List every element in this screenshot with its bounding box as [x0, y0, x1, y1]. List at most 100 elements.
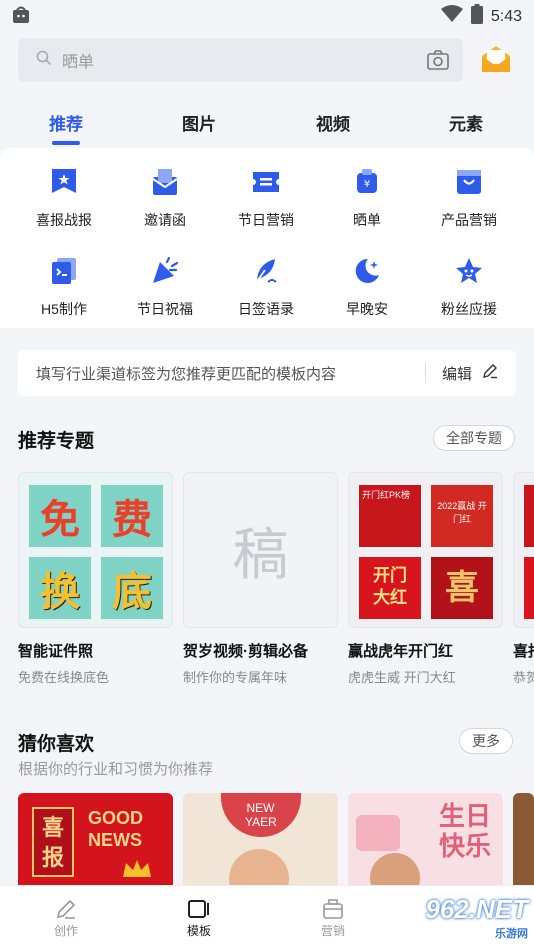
edit-label: 编辑 [441, 365, 472, 383]
topic-title: 贺岁视频·剪辑必备 [183, 643, 308, 660]
topic-title: 喜报 [513, 643, 534, 660]
moon-icon [349, 253, 385, 289]
feed-item[interactable]: 生日快乐 [348, 793, 503, 893]
swap-char-tile: 换 [29, 557, 91, 619]
android-notification-icon [12, 6, 30, 29]
tab-images[interactable]: 图片 [159, 110, 239, 135]
ticket-icon [248, 164, 284, 200]
feed-item[interactable] [513, 793, 534, 893]
industry-tag-bar[interactable]: 填写行业渠道标签为您推荐更匹配的模板内容 编辑 [18, 350, 516, 396]
poster-tile-text: 开门红PK榜 [362, 490, 411, 500]
feed-item[interactable]: NEW YAER [183, 793, 338, 893]
template-icon [159, 896, 239, 922]
svg-text:¥: ¥ [364, 179, 370, 190]
flag-icon [46, 164, 82, 200]
camera-icon[interactable] [427, 50, 449, 75]
briefcase-icon [293, 896, 373, 922]
tab-recommend[interactable]: 推荐 [26, 110, 106, 135]
grid-item-label: 粉丝应援 [441, 301, 497, 317]
grid-item-daily-quotes[interactable]: 日签语录 [216, 253, 316, 319]
receipt-icon: ¥ [349, 164, 385, 200]
topic-card[interactable]: 开门红PK榜 2022赢战 开门红 开门 大红 喜 赢战虎年开门红 虎虎生威 开… [348, 472, 503, 686]
search-row: 晒单 [18, 38, 518, 84]
poster-tile: 开门 大红 [359, 557, 421, 619]
search-placeholder: 晒单 [62, 54, 95, 71]
poster-tile-text: 喜 [445, 569, 479, 607]
topic-subtitle: 虎虎生威 开门大红 [348, 670, 456, 685]
topic-title: 赢战虎年开门红 [348, 643, 454, 660]
grid-item-label: 晒单 [353, 212, 381, 228]
watermark-logo: 962.NET 乐游网 [425, 894, 528, 941]
active-tab-indicator [52, 141, 80, 145]
grid-item-invitation[interactable]: 邀请函 [115, 164, 215, 230]
topic-card[interactable]: 免 费 换 底 智能证件照 免费在线换底色 [18, 472, 173, 686]
grid-item-show-order[interactable]: ¥ 晒单 [317, 164, 417, 230]
poster-tile-text: 开门 大红 [373, 566, 407, 607]
tab-elements[interactable]: 元素 [426, 110, 506, 135]
star-icon [451, 253, 487, 289]
basket-icon [451, 164, 487, 200]
grid-item-festival-marketing[interactable]: 节日营销 [216, 164, 316, 230]
feed-item-text: NEW YAER [245, 801, 277, 829]
swap-char-tile: 底 [101, 557, 163, 619]
nav-templates[interactable]: 模板 [159, 896, 239, 939]
pen-icon [26, 896, 106, 922]
divider [424, 363, 426, 383]
feed-item-text: 生日快乐 [438, 801, 491, 861]
more-button[interactable]: 更多 [459, 728, 513, 754]
topic-subtitle: 制作你的专属年味 [183, 670, 288, 685]
grid-item-label: 喜报战报 [36, 212, 92, 228]
grid-item-label: 日签语录 [238, 301, 294, 317]
topic-card[interactable]: 喜报 恭贺 [513, 472, 534, 686]
poster-tile: 开门红PK榜 [359, 485, 421, 547]
mail-envelope-icon[interactable] [480, 44, 512, 79]
bottom-navigation: 创作 模板 营销 962.NET 乐游网 [0, 885, 534, 949]
poster-tile [524, 485, 534, 547]
section-title-guess: 猜你喜欢 [18, 734, 95, 755]
category-tabs: 推荐 图片 视频 元素 [0, 100, 534, 146]
nav-label: 创作 [53, 924, 78, 938]
search-icon [36, 50, 52, 71]
pencil-icon [482, 363, 498, 383]
nav-label: 模板 [186, 924, 211, 938]
grid-item-holiday-greetings[interactable]: 节日祝福 [115, 253, 215, 319]
guess-subtitle: 根据你的行业和习惯为你推荐 [18, 761, 214, 778]
cake-image [356, 815, 400, 851]
status-time: 5:43 [490, 7, 522, 25]
topic-thumbnail: 免 费 换 底 [18, 472, 173, 628]
nav-marketing[interactable]: 营销 [293, 896, 373, 939]
topic-thumbnail: 稿 [183, 472, 338, 628]
grid-item-morning-night[interactable]: 早晚安 [317, 253, 417, 319]
grid-item-xibao[interactable]: 喜报战报 [14, 164, 114, 230]
wifi-icon [440, 5, 463, 28]
feed-item-text: 喜报 [32, 807, 74, 877]
battery-icon [470, 4, 483, 29]
poster-tile [524, 557, 534, 619]
grid-item-product-marketing[interactable]: 产品营销 [419, 164, 519, 230]
all-topics-button[interactable]: 全部专题 [433, 425, 515, 451]
watermark-subtext: 乐游网 [495, 928, 528, 940]
topic-thumbnail [513, 472, 534, 628]
search-input[interactable]: 晒单 [18, 38, 463, 82]
grid-item-label: H5制作 [41, 301, 87, 317]
grid-item-label: 节日祝福 [137, 301, 193, 317]
tab-videos[interactable]: 视频 [293, 110, 373, 135]
crown-icon [122, 859, 152, 879]
feed-item-text: GOOD NEWS [88, 808, 144, 850]
topic-subtitle: 恭贺 [513, 670, 534, 685]
free-char-tile: 费 [101, 485, 163, 547]
feed-item[interactable]: 喜报 GOOD NEWS [18, 793, 173, 893]
grid-item-fan-support[interactable]: 粉丝应援 [419, 253, 519, 319]
nav-create[interactable]: 创作 [26, 896, 106, 939]
tag-bar-text: 填写行业渠道标签为您推荐更匹配的模板内容 [36, 365, 337, 383]
edit-tags-button[interactable]: 编辑 [442, 363, 498, 384]
envelope-icon [147, 164, 183, 200]
section-title-topics: 推荐专题 [18, 431, 95, 452]
quill-icon [248, 253, 284, 289]
topic-thumbnail: 开门红PK榜 2022赢战 开门红 开门 大红 喜 [348, 472, 503, 628]
topic-title: 智能证件照 [18, 643, 94, 660]
grid-item-label: 节日营销 [238, 212, 294, 228]
grid-item-h5[interactable]: H5制作 [14, 253, 114, 319]
free-char-tile: 免 [29, 485, 91, 547]
topic-card[interactable]: 稿 贺岁视频·剪辑必备 制作你的专属年味 [183, 472, 338, 686]
